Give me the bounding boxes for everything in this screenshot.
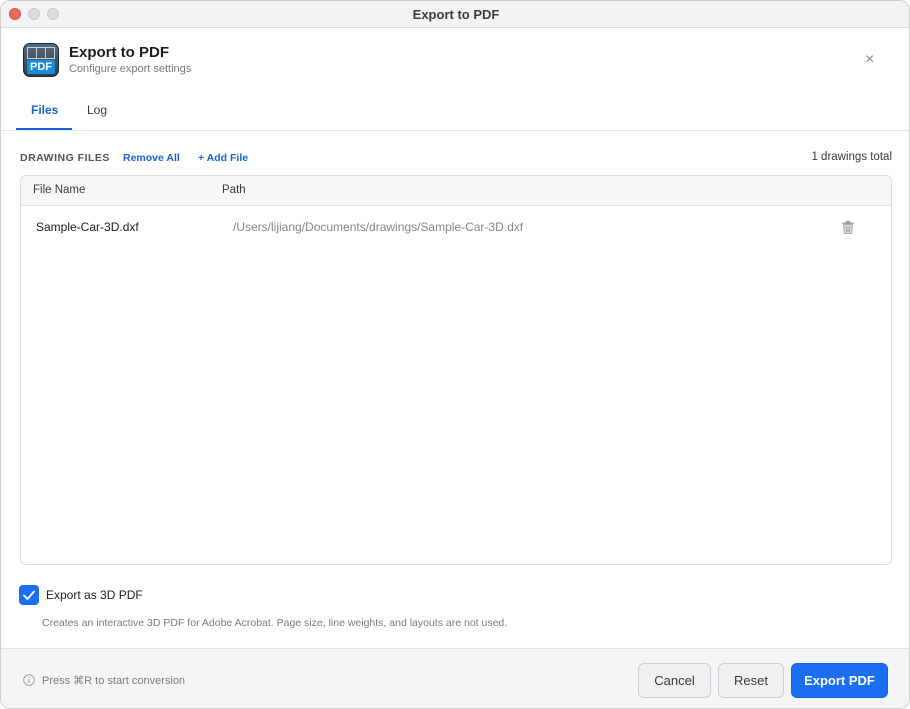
- dialog-header: PDF Export to PDF Configure export setti…: [1, 29, 909, 91]
- column-header-path: Path: [222, 184, 246, 196]
- table-header: File Name Path: [21, 176, 891, 206]
- trash-icon[interactable]: [842, 221, 854, 234]
- dialog-subtitle: Configure export settings: [69, 63, 192, 75]
- file-path-cell: /Users/lijiang/Documents/drawings/Sample…: [233, 220, 524, 234]
- drawing-grid-graphic: [27, 47, 55, 59]
- files-toolbar: DRAWING FILES Remove All + Add File 1 dr…: [1, 149, 909, 169]
- export-pdf-button[interactable]: Export PDF: [791, 663, 888, 698]
- pdf-icon-label: PDF: [27, 60, 55, 74]
- dialog-title: Export to PDF: [69, 44, 169, 61]
- add-file-button[interactable]: + Add File: [198, 152, 248, 164]
- drawing-files-label: DRAWING FILES: [20, 152, 110, 164]
- dialog-footer: Press ⌘R to start conversion Cancel Rese…: [1, 648, 909, 708]
- info-icon: [23, 674, 35, 686]
- file-name-cell: Sample-Car-3D.dxf: [36, 220, 139, 234]
- export-window: Export to PDF PDF Export to PDF Configur…: [0, 0, 910, 709]
- active-tab-indicator: [16, 128, 72, 130]
- close-icon[interactable]: ×: [865, 51, 874, 69]
- export-3d-hint: Creates an interactive 3D PDF for Adobe …: [42, 617, 508, 629]
- tab-log[interactable]: Log: [87, 103, 107, 117]
- column-header-file-name: File Name: [33, 184, 86, 196]
- export-3d-option: Export as 3D PDF: [19, 585, 419, 605]
- tab-bar: Files Log: [1, 91, 909, 131]
- cancel-button[interactable]: Cancel: [638, 663, 711, 698]
- shortcut-hint: Press ⌘R to start conversion: [42, 675, 186, 687]
- files-table: File Name Path Sample-Car-3D.dxf /Users/…: [20, 175, 892, 565]
- window-title: Export to PDF: [412, 7, 500, 22]
- title-bar: Export to PDF: [1, 1, 909, 28]
- pdf-app-icon: PDF: [23, 43, 59, 77]
- tab-files[interactable]: Files: [31, 103, 58, 117]
- drawings-total-count: 1 drawings total: [811, 151, 892, 163]
- remove-all-button[interactable]: Remove All: [123, 152, 180, 164]
- export-3d-checkbox[interactable]: [19, 585, 39, 605]
- table-row[interactable]: Sample-Car-3D.dxf /Users/lijiang/Documen…: [21, 207, 891, 247]
- export-3d-label[interactable]: Export as 3D PDF: [46, 588, 143, 602]
- checkmark-icon: [23, 590, 35, 600]
- reset-button[interactable]: Reset: [718, 663, 784, 698]
